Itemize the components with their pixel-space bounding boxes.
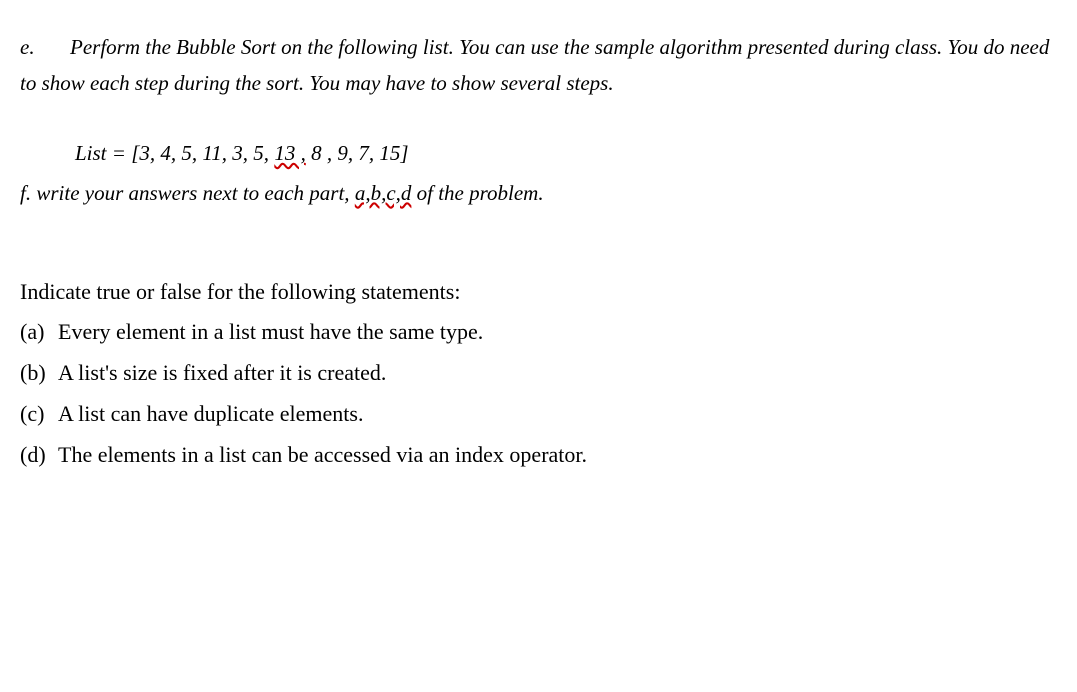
question-e: e.Perform the Bubble Sort on the followi…: [20, 30, 1057, 101]
question-f-text-after: of the problem.: [411, 181, 543, 205]
list-definition: List = [3, 4, 5, 11, 3, 5, 13 , 8 , 9, 7…: [20, 136, 1057, 172]
tf-text-a: Every element in a list must have the sa…: [58, 319, 483, 344]
list-suffix: 8 , 9, 7, 15]: [306, 141, 409, 165]
tf-text-c: A list can have duplicate elements.: [58, 401, 363, 426]
true-false-section: Indicate true or false for the following…: [20, 272, 1057, 475]
question-f-label: f.: [20, 181, 31, 205]
question-e-label: e.: [20, 30, 70, 66]
tf-intro: Indicate true or false for the following…: [20, 272, 1057, 313]
tf-label-c: (c): [20, 394, 58, 435]
tf-item-b: (b)A list's size is fixed after it is cr…: [20, 353, 1057, 394]
tf-label-a: (a): [20, 312, 58, 353]
tf-item-c: (c)A list can have duplicate elements.: [20, 394, 1057, 435]
tf-label-b: (b): [20, 353, 58, 394]
list-underlined-value: 13 ,: [274, 141, 306, 165]
question-f-text-before: write your answers next to each part,: [31, 181, 355, 205]
list-prefix: List = [3, 4, 5, 11, 3, 5,: [75, 141, 274, 165]
question-e-text: Perform the Bubble Sort on the following…: [20, 35, 1049, 95]
question-f: f. write your answers next to each part,…: [20, 176, 1057, 212]
tf-text-d: The elements in a list can be accessed v…: [58, 442, 587, 467]
tf-item-a: (a)Every element in a list must have the…: [20, 312, 1057, 353]
question-f-squiggle: a,b,c,d: [355, 181, 412, 205]
tf-item-d: (d)The elements in a list can be accesse…: [20, 435, 1057, 476]
tf-text-b: A list's size is fixed after it is creat…: [58, 360, 386, 385]
tf-label-d: (d): [20, 435, 58, 476]
